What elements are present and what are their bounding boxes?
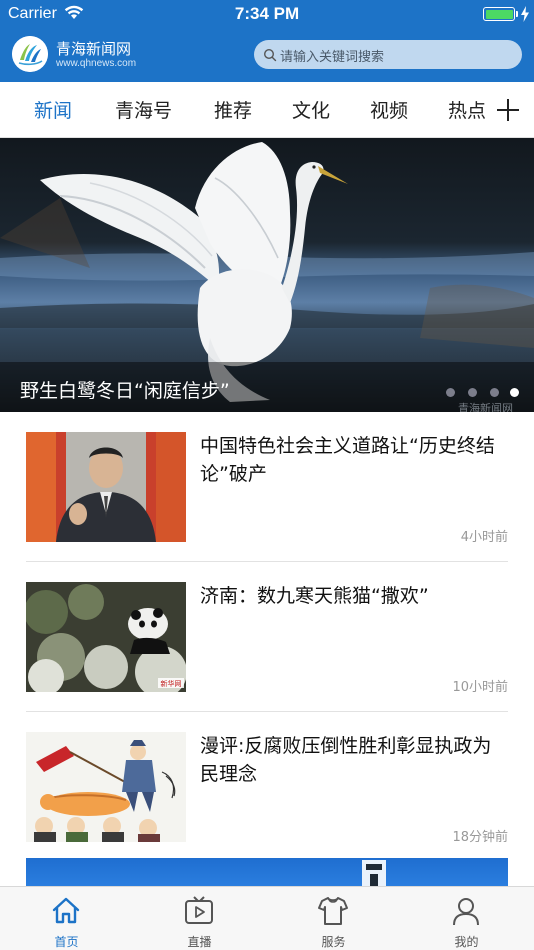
news-item-2[interactable]: 新华网 济南：数九寒天熊猫“撒欢” 10小时前 bbox=[26, 562, 508, 712]
charging-bolt-icon bbox=[521, 6, 529, 22]
carousel-dot-1[interactable] bbox=[446, 388, 455, 397]
news-time: 18分钟前 bbox=[452, 830, 508, 845]
battery-cap bbox=[516, 11, 518, 17]
search-icon bbox=[263, 48, 277, 62]
tabbar-mine[interactable]: 我的 bbox=[400, 887, 533, 950]
tab-culture[interactable]: 文化 bbox=[292, 96, 330, 123]
carousel-dot-3[interactable] bbox=[490, 388, 499, 397]
play-icon bbox=[185, 896, 213, 924]
tabbar-label: 服务 bbox=[321, 935, 346, 949]
search-input[interactable]: 请输入关键词搜索 bbox=[254, 40, 522, 69]
news-title: 济南：数九寒天熊猫“撒欢” bbox=[200, 585, 429, 607]
banner-watermark: 青海新闻网 bbox=[458, 402, 513, 412]
banner-caption[interactable]: 野生白鹭冬日“闲庭信步” bbox=[20, 376, 230, 403]
search-placeholder: 请输入关键词搜索 bbox=[280, 50, 385, 65]
battery-icon bbox=[483, 7, 515, 21]
carousel-dots bbox=[446, 388, 526, 398]
news-title: 漫评:反腐败压倒性胜利彰显执政为民理念 bbox=[200, 735, 492, 785]
category-tabs: 新闻 青海号 推荐 文化 视频 热点 bbox=[0, 82, 534, 138]
user-icon bbox=[453, 898, 479, 926]
carousel-dot-2[interactable] bbox=[468, 388, 477, 397]
status-bar: Carrier 7:34 PM bbox=[0, 0, 534, 28]
tabbar-label: 首页 bbox=[54, 935, 79, 949]
promo-graphic bbox=[362, 860, 386, 888]
tab-qinghai-hao[interactable]: 青海号 bbox=[115, 96, 172, 123]
bottom-tab-bar: 首页 直播 服务 我的 bbox=[0, 886, 534, 950]
tab-recommend[interactable]: 推荐 bbox=[214, 96, 252, 123]
tabbar-home[interactable]: 首页 bbox=[0, 887, 133, 950]
shirt-icon bbox=[318, 897, 348, 925]
banner-carousel[interactable]: 野生白鹭冬日“闲庭信步” 青海新闻网 bbox=[0, 138, 534, 412]
tab-hot[interactable]: 热点 bbox=[448, 96, 486, 123]
brand-name: 青海新闻网 bbox=[56, 40, 132, 58]
news-thumbnail: 新华网 bbox=[26, 582, 186, 692]
brand-logo-icon[interactable] bbox=[12, 36, 48, 72]
carousel-dot-4[interactable] bbox=[510, 388, 519, 397]
news-item-4-thumbnail[interactable] bbox=[26, 858, 508, 888]
brand-url: www.qhnews.com bbox=[56, 58, 137, 69]
news-item-1[interactable]: 中国特色社会主义道路让“历史终结论”破产 4小时前 bbox=[26, 412, 508, 562]
news-item-3[interactable]: 漫评:反腐败压倒性胜利彰显执政为民理念 18分钟前 bbox=[26, 712, 508, 862]
thumb-watermark: 新华网 bbox=[161, 679, 182, 688]
tabbar-service[interactable]: 服务 bbox=[267, 887, 400, 950]
news-thumbnail bbox=[26, 732, 186, 842]
status-time: 7:34 PM bbox=[234, 4, 300, 23]
home-icon bbox=[52, 897, 80, 924]
tabbar-live[interactable]: 直播 bbox=[133, 887, 266, 950]
add-tab-icon[interactable] bbox=[494, 96, 522, 124]
top-header: Carrier 7:34 PM 青海新闻网 www.qhnews.com 请输入… bbox=[0, 0, 534, 82]
news-title: 中国特色社会主义道路让“历史终结论”破产 bbox=[200, 435, 495, 485]
tabbar-label: 直播 bbox=[187, 935, 212, 949]
app-screen: Carrier 7:34 PM 青海新闻网 www.qhnews.com 请输入… bbox=[0, 0, 534, 950]
tab-video[interactable]: 视频 bbox=[370, 96, 408, 123]
tab-news[interactable]: 新闻 bbox=[34, 96, 72, 123]
news-time: 10小时前 bbox=[452, 680, 508, 695]
news-time: 4小时前 bbox=[460, 530, 508, 545]
news-thumbnail bbox=[26, 432, 186, 542]
tabbar-label: 我的 bbox=[454, 935, 479, 949]
